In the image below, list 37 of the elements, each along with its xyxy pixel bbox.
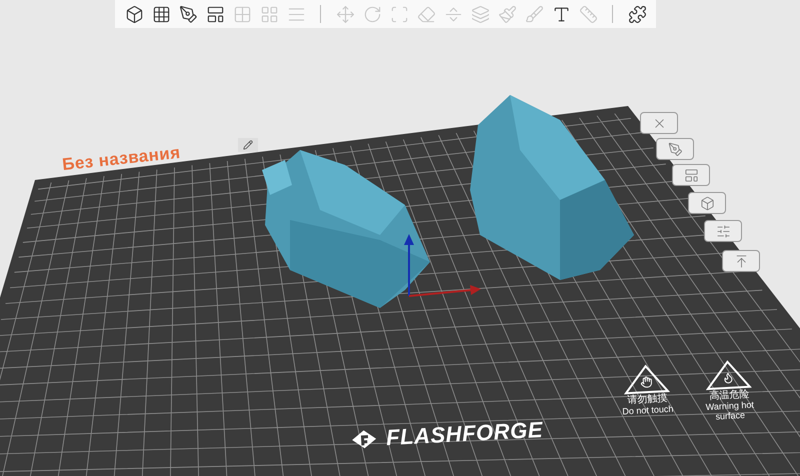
box-icon	[700, 196, 714, 210]
layout-icon	[206, 4, 224, 24]
pen-icon	[668, 142, 682, 156]
plate-tool-button[interactable]	[640, 112, 678, 134]
pen-icon	[178, 4, 198, 24]
paint-icon	[498, 4, 516, 24]
plate-name: Без названия	[61, 142, 182, 176]
brand-name: FLASHFORGE	[385, 416, 544, 452]
grid-tiles-icon	[260, 4, 278, 24]
rotate-icon	[362, 4, 382, 24]
plate-tool-button[interactable]	[656, 138, 694, 160]
flame-icon	[722, 372, 735, 384]
puzzle-icon	[628, 4, 646, 24]
warning-caption-cjk: 高温危险	[708, 388, 750, 402]
toolbar-button[interactable]	[626, 3, 648, 25]
layout-icon	[684, 168, 698, 182]
warning-caption: Warning hot surface	[704, 400, 756, 423]
toolbar-button[interactable]	[177, 3, 199, 25]
layers-icon	[470, 4, 490, 24]
text-icon	[552, 4, 570, 24]
z-axis-arrow	[404, 234, 414, 296]
plate-tool-button[interactable]	[704, 220, 742, 242]
pencil-icon	[243, 140, 253, 150]
warning-caption-cjk: 请勿触摸	[627, 393, 668, 406]
grid-icon	[152, 4, 170, 24]
brush-icon	[524, 4, 544, 24]
scale-icon	[390, 4, 408, 24]
eraser-icon	[416, 4, 436, 24]
edit-name-button[interactable]	[238, 138, 258, 152]
sliders-icon	[716, 224, 730, 238]
hand-icon	[640, 376, 653, 388]
warning-caption: Do not touch	[622, 404, 674, 416]
move-icon	[336, 4, 354, 24]
ruler-icon	[578, 4, 598, 24]
plate-tool-button[interactable]	[722, 250, 760, 272]
plate-tool-button[interactable]	[672, 164, 710, 186]
plate-tool-button[interactable]	[688, 192, 726, 214]
